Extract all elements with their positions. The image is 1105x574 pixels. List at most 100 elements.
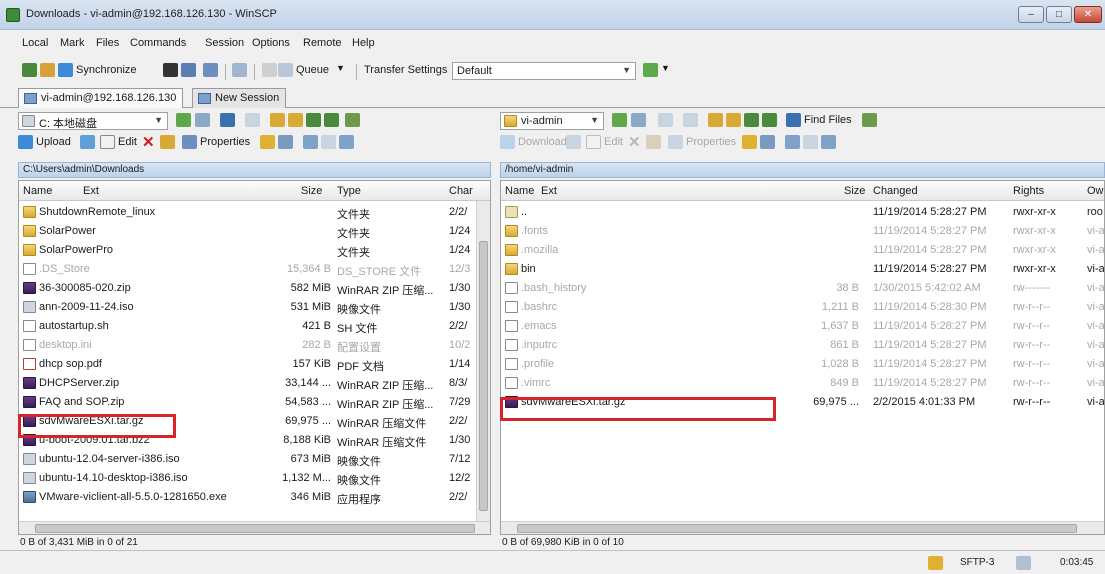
invert-selection-icon[interactable] [339,135,354,149]
menu-help[interactable]: Help [352,37,375,49]
select-all-icon[interactable] [303,135,318,149]
menu-local[interactable]: Local [22,37,48,49]
refresh-local-icon[interactable] [324,113,339,127]
table-row[interactable]: .DS_Store 15,364 B DS_STORE 文件 12/3 [19,260,476,279]
new-folder-icon[interactable] [260,135,275,149]
table-row[interactable]: SolarPower 文件夹 1/24 [19,222,476,241]
table-row[interactable]: .. 11/19/2014 5:28:27 PM rwxr-xr-x roo [501,203,1104,222]
new-folder-icon[interactable] [742,135,757,149]
column-ext[interactable]: Ext [83,185,99,197]
queue-button[interactable]: Queue [296,64,329,76]
maximize-button[interactable]: □ [1046,6,1072,23]
compare-icon[interactable] [22,63,37,77]
column-changed[interactable]: Changed [873,185,918,197]
find-local-icon[interactable] [345,113,360,127]
minimize-button[interactable]: – [1018,6,1044,23]
table-row[interactable]: dhcp sop.pdf 157 KiB PDF 文档 1/14 [19,355,476,374]
select-all-icon[interactable] [785,135,800,149]
forward-icon[interactable] [683,113,698,127]
preferences-icon[interactable] [203,63,218,77]
open-folder-icon[interactable] [612,113,627,127]
remote-properties-button[interactable]: Properties [686,136,736,148]
table-row[interactable]: .mozilla 11/19/2014 5:28:27 PM rwxr-xr-x vi… [501,241,1104,260]
column-type[interactable]: Type [337,185,361,197]
remote-path-bar[interactable]: /home/vi-admin [500,162,1105,178]
table-row[interactable]: bin 11/19/2014 5:28:27 PM rwxr-xr-x vi-a [501,260,1104,279]
table-row[interactable]: ShutdownRemote_linux 文件夹 2/2/ [19,203,476,222]
local-file-list[interactable]: Name Ext Size Type Char ShutdownRemote_l… [18,180,491,535]
column-size[interactable]: Size [844,185,865,197]
table-row[interactable]: desktop.ini 282 B 配置设置 10/2 [19,336,476,355]
table-row[interactable]: autostartup.sh 421 B SH 文件 2/2/ [19,317,476,336]
table-row[interactable]: VMware-viclient-all-5.5.0-1281650.exe 346… [19,488,476,507]
table-row[interactable]: ubuntu-14.10-desktop-i386.iso 1,132 M... 映… [19,469,476,488]
new-file-icon[interactable] [278,135,293,149]
download-options-icon[interactable] [566,135,581,149]
upload-icon[interactable] [18,135,33,149]
delete-icon[interactable]: ✕ [628,133,641,151]
table-row[interactable]: DHCPServer.zip 33,144 ... WinRAR ZIP 压缩...… [19,374,476,393]
presets-dropdown-arrow-icon[interactable]: ▼ [661,63,670,73]
remote-location-select[interactable]: vi-admin ▼ [500,112,604,130]
menu-remote[interactable]: Remote [303,37,342,49]
find-files-button[interactable]: Find Files [804,114,852,126]
edit-icon[interactable] [100,135,115,149]
column-ext[interactable]: Ext [541,185,557,197]
queue-list-icon[interactable] [262,63,277,77]
remote-edit-button[interactable]: Edit [604,136,623,148]
forward-icon[interactable] [245,113,260,127]
menu-commands[interactable]: Commands [130,37,186,49]
properties-icon[interactable] [182,135,197,149]
back-icon[interactable] [658,113,673,127]
download-icon[interactable] [500,135,515,149]
find-files-icon[interactable] [786,113,801,127]
table-row[interactable]: 36-300085-020.zip 582 MiB WinRAR ZIP 压缩...… [19,279,476,298]
table-row[interactable]: ubuntu-12.04-server-i386.iso 673 MiB 映像文件 7… [19,450,476,469]
remote-file-list[interactable]: Name Ext Size Changed Rights Ow .. 11/19/… [500,180,1105,535]
menu-session[interactable]: Session [205,37,244,49]
tab-session-vi-admin[interactable]: vi-admin@192.168.126.130 [18,88,184,108]
properties-icon[interactable] [668,135,683,149]
column-changed[interactable]: Char [449,185,473,197]
refresh-icon[interactable] [232,63,247,77]
rename-icon[interactable] [160,135,175,149]
putty-icon[interactable] [181,63,196,77]
properties-button[interactable]: Properties [200,136,250,148]
folder-sync-icon[interactable] [40,63,55,77]
table-row[interactable]: .bashrc 1,211 B 11/19/2014 5:28:30 PM rw-r-… [501,298,1104,317]
table-row[interactable]: .emacs 1,637 B 11/19/2014 5:28:27 PM rw-r--… [501,317,1104,336]
refresh-remote-icon[interactable] [762,113,777,127]
menu-files[interactable]: Files [96,37,119,49]
download-button[interactable]: Download [518,136,567,148]
terminal-icon[interactable] [163,63,178,77]
tab-new-session[interactable]: New Session [192,88,287,108]
table-row[interactable]: SolarPowerPro 文件夹 1/24 [19,241,476,260]
table-row[interactable]: .vimrc 849 B 11/19/2014 5:28:27 PM rw-r--r-… [501,374,1104,393]
table-row[interactable]: .bash_history 38 B 1/30/2015 5:42:02 AM rw-… [501,279,1104,298]
column-name[interactable]: Name [23,185,52,197]
queue-dropdown-arrow-icon[interactable]: ▼ [336,63,345,73]
open-folder-icon[interactable] [176,113,191,127]
home-directory-icon[interactable] [306,113,321,127]
table-row[interactable]: .profile 1,028 B 11/19/2014 5:28:27 PM rw-r… [501,355,1104,374]
local-vertical-scrollbar[interactable] [476,201,490,521]
remote-hscroll-thumb[interactable] [517,524,1077,533]
table-row[interactable]: .fonts 11/19/2014 5:28:27 PM rwxr-xr-x vi-a [501,222,1104,241]
filter-icon[interactable] [631,113,646,127]
queue-icon[interactable] [278,63,293,77]
root-directory-icon[interactable] [726,113,741,127]
invert-selection-icon[interactable] [821,135,836,149]
table-row[interactable]: ann-2009-11-24.iso 531 MiB 映像文件 1/30 [19,298,476,317]
edit-button[interactable]: Edit [118,136,137,148]
root-directory-icon[interactable] [288,113,303,127]
new-file-icon[interactable] [760,135,775,149]
close-button[interactable]: ✕ [1074,6,1102,23]
column-owner[interactable]: Ow [1087,185,1104,197]
synchronize-button[interactable]: Synchronize [76,64,137,76]
parent-directory-icon[interactable] [708,113,723,127]
unselect-icon[interactable] [803,135,818,149]
local-horizontal-scrollbar[interactable] [19,521,490,534]
upload-button[interactable]: Upload [36,136,71,148]
remote-misc-icon[interactable] [862,113,877,127]
column-size[interactable]: Size [301,185,322,197]
